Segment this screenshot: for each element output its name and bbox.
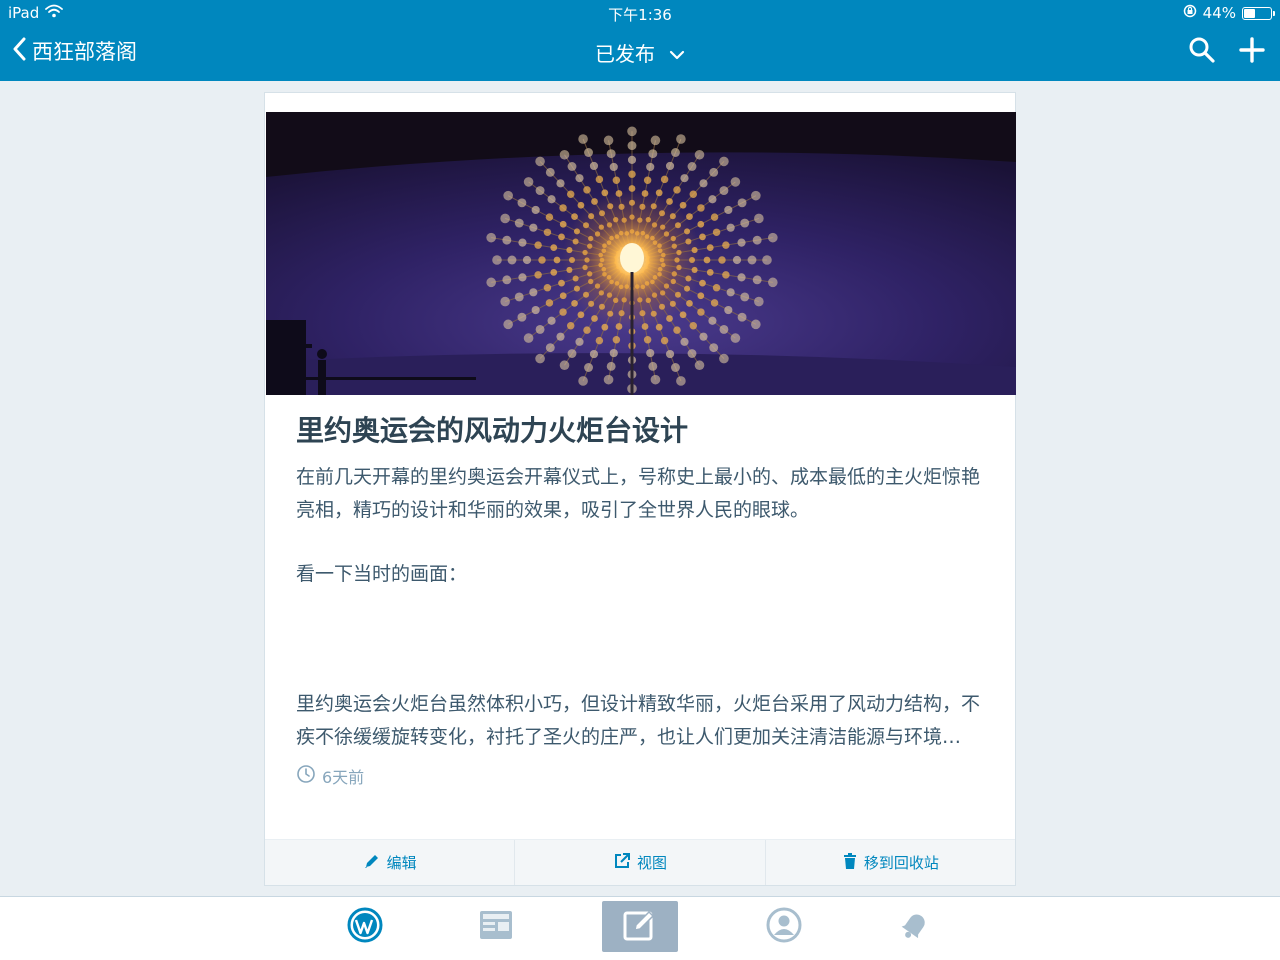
post-title[interactable]: 里约奥运会的风动力火炬台设计 bbox=[296, 411, 986, 451]
wordpress-icon bbox=[347, 907, 383, 947]
trash-button[interactable]: 移到回收站 bbox=[766, 840, 1015, 885]
post-featured-image[interactable] bbox=[266, 112, 1016, 395]
post-meta: 6天前 bbox=[296, 764, 986, 788]
rotation-lock-icon bbox=[1183, 4, 1197, 22]
post-excerpt-paragraph-2: 看一下当时的画面： bbox=[296, 563, 468, 585]
me-icon bbox=[766, 907, 802, 947]
notifications-icon bbox=[897, 907, 933, 947]
tab-reader[interactable] bbox=[458, 901, 534, 952]
post-excerpt-paragraph-1: 在前几天开幕的里约奥运会开幕仪式上，号称史上最小的、成本最低的主火炬惊艳亮相，精… bbox=[296, 466, 981, 521]
post-body[interactable]: 里约奥运会的风动力火炬台设计 在前几天开幕的里约奥运会开幕仪式上，号称史上最小的… bbox=[296, 411, 986, 788]
write-icon bbox=[622, 907, 658, 947]
tab-notifications[interactable] bbox=[877, 901, 953, 952]
view-label: 视图 bbox=[636, 854, 667, 872]
top-bar: iPad 下午1:36 44% 西狂部落阁 已发布 bbox=[0, 0, 1280, 81]
post-date: 6天前 bbox=[322, 768, 365, 787]
nav-actions bbox=[1188, 36, 1266, 64]
add-icon[interactable] bbox=[1238, 36, 1266, 64]
edit-label: 编辑 bbox=[386, 854, 417, 872]
external-link-icon bbox=[613, 852, 631, 874]
filter-dropdown[interactable]: 已发布 bbox=[0, 38, 1280, 67]
tab-bar bbox=[0, 896, 1280, 960]
status-bar: iPad 下午1:36 44% bbox=[0, 0, 1280, 26]
chevron-down-icon bbox=[669, 41, 685, 65]
search-icon[interactable] bbox=[1188, 36, 1216, 64]
post-excerpt-paragraph-3: 里约奥运会火炬台虽然体积小巧，但设计精致华丽，火炬台采用了风动力结构，不疾不徐缓… bbox=[296, 693, 981, 748]
nav-bar: 西狂部落阁 已发布 bbox=[0, 26, 1280, 81]
trash-icon bbox=[842, 852, 858, 874]
reader-icon bbox=[479, 910, 513, 944]
tab-write[interactable] bbox=[602, 901, 678, 952]
status-right: 44% bbox=[1183, 4, 1275, 22]
pencil-icon bbox=[363, 852, 381, 874]
battery-percent: 44% bbox=[1202, 4, 1236, 22]
clock-icon bbox=[296, 764, 316, 788]
status-time: 下午1:36 bbox=[608, 6, 672, 24]
post-actions: 编辑 视图 移到回收站 bbox=[265, 839, 1015, 885]
view-button[interactable]: 视图 bbox=[515, 840, 766, 885]
edit-button[interactable]: 编辑 bbox=[265, 840, 516, 885]
tab-me[interactable] bbox=[746, 901, 822, 952]
battery-fill bbox=[1244, 8, 1255, 18]
post-card: 里约奥运会的风动力火炬台设计 在前几天开幕的里约奥运会开幕仪式上，号称史上最小的… bbox=[264, 92, 1016, 886]
trash-label: 移到回收站 bbox=[863, 854, 939, 872]
page-title: 已发布 bbox=[595, 42, 655, 66]
tab-my-sites[interactable] bbox=[327, 901, 403, 952]
battery-icon bbox=[1242, 6, 1275, 20]
